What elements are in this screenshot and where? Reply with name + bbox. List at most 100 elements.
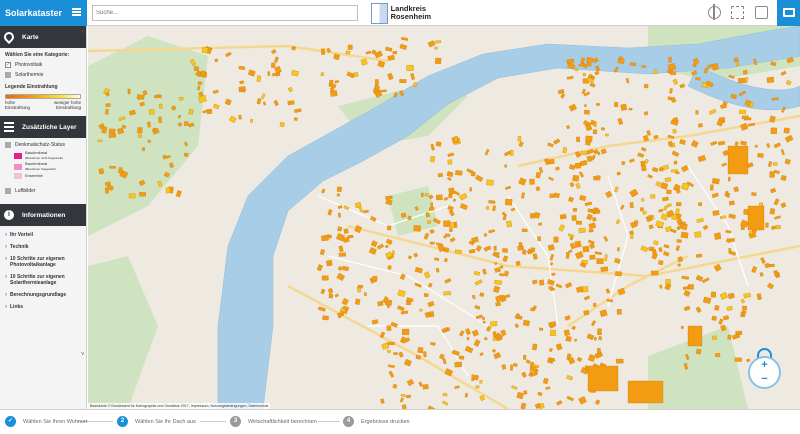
building-roof bbox=[734, 141, 739, 146]
building-roof bbox=[566, 125, 571, 130]
building-roof bbox=[734, 357, 742, 362]
building-roof bbox=[579, 159, 588, 167]
building-roof bbox=[600, 127, 606, 131]
building-roof bbox=[454, 361, 463, 368]
building-roof bbox=[587, 354, 596, 362]
building-roof bbox=[773, 142, 781, 149]
checkbox-photovoltaik[interactable]: ✓ bbox=[5, 62, 11, 68]
link-links[interactable]: › Links bbox=[0, 301, 86, 313]
building-roof bbox=[772, 162, 778, 166]
building-roof bbox=[663, 205, 668, 211]
building-roof bbox=[423, 351, 427, 358]
link-vorteil[interactable]: › Ihr Vorteil bbox=[0, 229, 86, 241]
building-roof bbox=[267, 71, 271, 76]
building-roof bbox=[238, 114, 242, 120]
building-roof bbox=[407, 255, 412, 260]
building-roof bbox=[506, 220, 513, 228]
county-logo[interactable]: Landkreis Rosenheim bbox=[371, 2, 431, 24]
section-karte-header[interactable]: Karte bbox=[0, 26, 86, 48]
building-roof bbox=[564, 282, 573, 289]
building-roof bbox=[547, 142, 554, 148]
locate-icon[interactable] bbox=[708, 4, 721, 20]
section-layers-header[interactable]: Zusätzliche Layer bbox=[0, 116, 86, 138]
building-roof bbox=[532, 279, 538, 285]
map-pin-icon bbox=[1, 29, 17, 45]
checkbox-luftbilder[interactable] bbox=[5, 188, 11, 194]
building-roof bbox=[728, 213, 736, 219]
building-roof bbox=[387, 265, 392, 270]
link-pv-steps[interactable]: › 10 Schritte zur eigenen Photovoltaikanl… bbox=[0, 253, 86, 271]
building-roof bbox=[336, 186, 342, 192]
option-photovoltaik[interactable]: ✓ Photovoltaik bbox=[0, 60, 86, 70]
building-roof bbox=[712, 210, 720, 216]
building-roof bbox=[486, 325, 492, 332]
building-roof bbox=[556, 400, 563, 406]
link-berechnung[interactable]: › Berechnungsgrundlage bbox=[0, 289, 86, 301]
building-roof bbox=[676, 226, 681, 231]
building-roof bbox=[683, 305, 691, 311]
zoom-in-button[interactable]: + bbox=[757, 359, 772, 371]
zoom-out-button[interactable]: − bbox=[757, 373, 772, 385]
building-roof bbox=[452, 198, 457, 202]
building-roof bbox=[468, 249, 476, 254]
option-luftbilder[interactable]: Luftbilder bbox=[0, 180, 86, 196]
building-roof-large bbox=[727, 145, 749, 175]
checkbox-solarthermie[interactable] bbox=[5, 72, 11, 78]
link-st-steps[interactable]: › 10 Schritte zur eigenen Solarthermieanl… bbox=[0, 271, 86, 289]
swatch-baudenkmal-2: Baudenkmal (Bewohnen freigestellt) bbox=[0, 161, 86, 172]
building-roof bbox=[523, 354, 527, 360]
building-roof bbox=[380, 398, 385, 404]
building-roof bbox=[562, 147, 567, 154]
building-roof bbox=[568, 196, 574, 203]
building-roof bbox=[183, 121, 189, 126]
building-roof bbox=[482, 268, 487, 275]
building-roof bbox=[675, 208, 680, 215]
menu-icon[interactable] bbox=[72, 8, 81, 16]
building-roof bbox=[573, 338, 578, 342]
scroll-up-icon[interactable]: ˄ bbox=[81, 30, 85, 36]
building-roof bbox=[521, 192, 525, 199]
building-roof bbox=[737, 78, 746, 84]
building-roof bbox=[399, 79, 407, 83]
scroll-down-icon[interactable]: ˅ bbox=[81, 352, 85, 358]
building-roof bbox=[430, 155, 436, 163]
section-info-header[interactable]: i Informationen bbox=[0, 204, 86, 226]
building-roof bbox=[625, 77, 630, 84]
building-roof bbox=[390, 321, 398, 328]
building-roof bbox=[518, 141, 524, 148]
option-denkmal[interactable]: Denkmalschutz-Status bbox=[0, 138, 86, 150]
checkbox-denkmal[interactable] bbox=[5, 142, 11, 148]
fullscreen-icon[interactable] bbox=[731, 6, 744, 19]
step-2[interactable]: 2 Wählen Sie Ihr Dach aus bbox=[117, 416, 196, 427]
sidebar-scrollbar[interactable]: ˄ ˅ bbox=[81, 28, 86, 358]
building-roof bbox=[444, 278, 452, 284]
building-roof bbox=[474, 279, 483, 286]
option-solarthermie[interactable]: Solarthermie bbox=[0, 70, 86, 80]
building-roof bbox=[600, 266, 609, 272]
link-technik[interactable]: › Technik bbox=[0, 241, 86, 253]
building-roof bbox=[494, 267, 501, 273]
top-bar: Solarkataster Landkreis Rosenheim bbox=[0, 0, 800, 26]
share-icon[interactable] bbox=[755, 6, 768, 19]
building-roof bbox=[555, 283, 563, 289]
step-1[interactable]: ✓ Wählen Sie Ihren Wohnort bbox=[5, 416, 87, 427]
step-4[interactable]: 4 Ergebnisse drucken bbox=[343, 416, 410, 427]
building-roof bbox=[578, 396, 587, 405]
building-roof bbox=[152, 127, 156, 132]
map-canvas[interactable]: Basiskarte © Bundesamt für Kartographie … bbox=[88, 26, 800, 409]
building-roof bbox=[337, 226, 343, 232]
building-roof bbox=[604, 254, 608, 261]
building-roof bbox=[614, 186, 619, 193]
building-roof bbox=[442, 400, 449, 406]
building-roof bbox=[740, 298, 745, 304]
step-3[interactable]: 3 Wirtschaftlichkeit berechnen bbox=[230, 416, 317, 427]
building-roof bbox=[566, 375, 573, 381]
building-roof bbox=[488, 200, 496, 204]
building-roof bbox=[550, 330, 556, 336]
search-input[interactable] bbox=[92, 5, 358, 21]
toolbox-button[interactable] bbox=[777, 0, 800, 26]
building-roof bbox=[108, 134, 117, 138]
building-roof bbox=[483, 245, 492, 252]
coat-of-arms-icon bbox=[371, 2, 388, 24]
building-roof bbox=[499, 273, 504, 277]
